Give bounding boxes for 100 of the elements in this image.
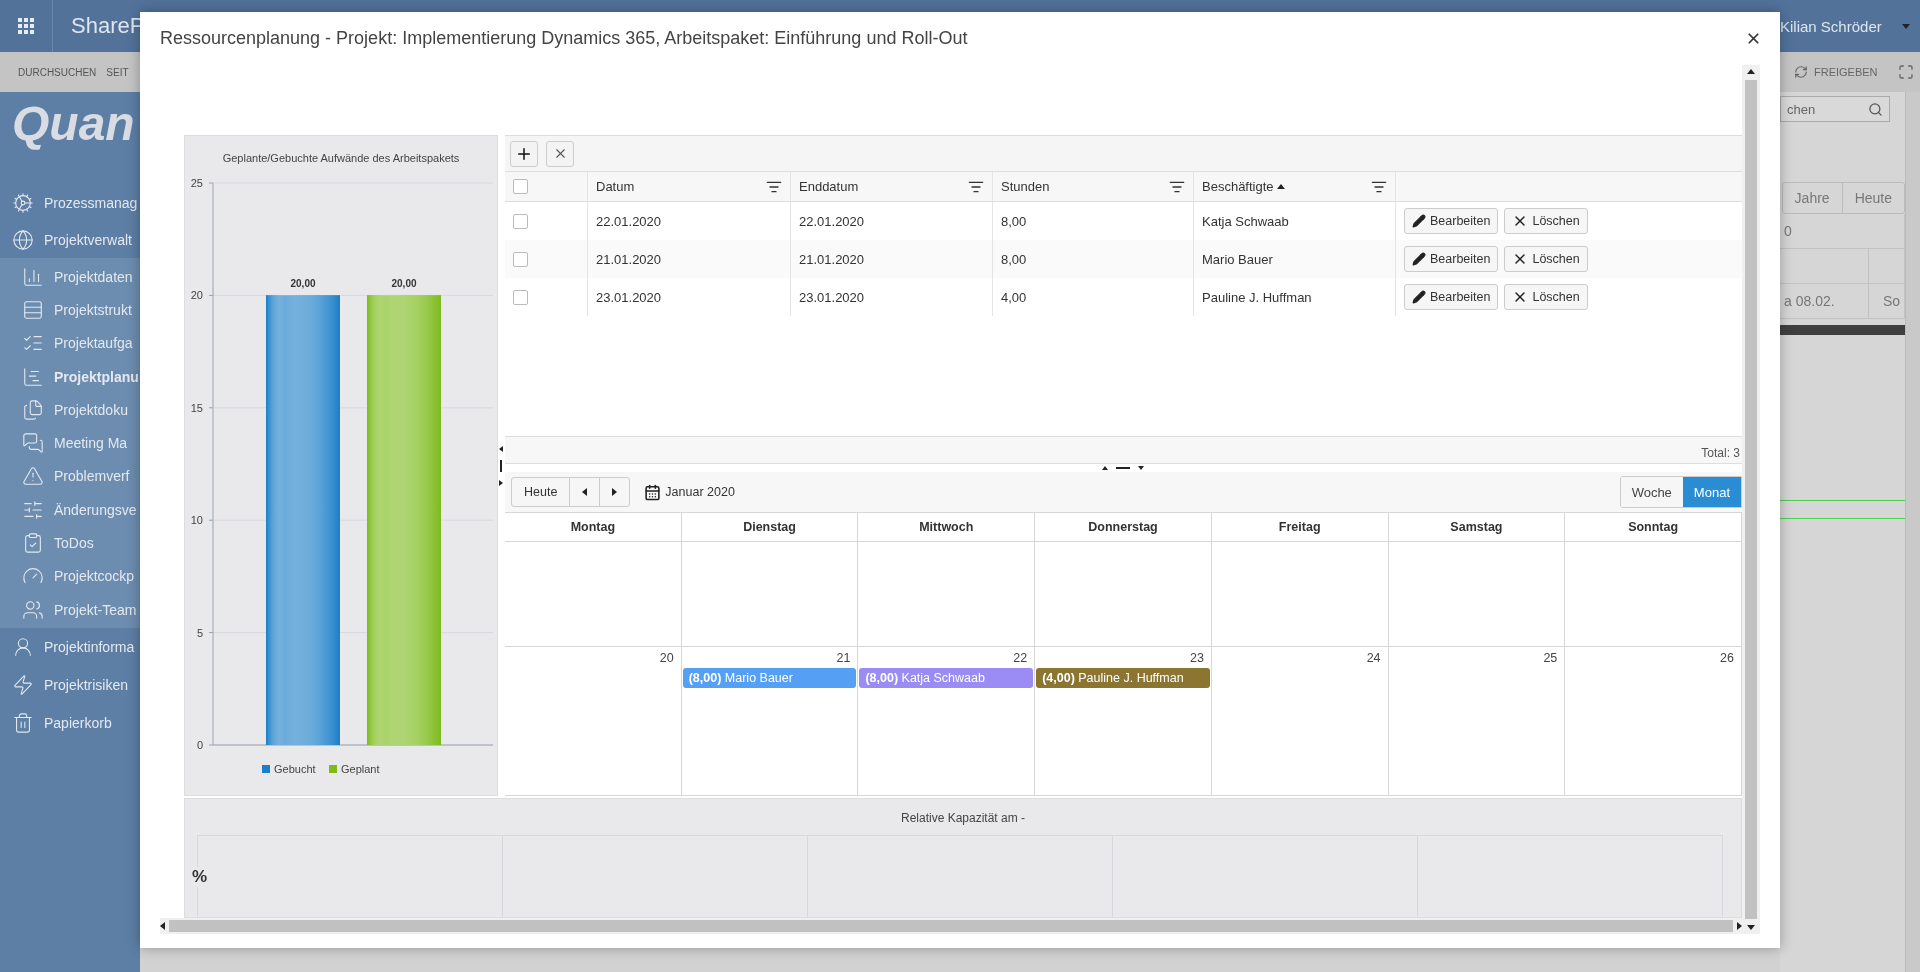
delete-button[interactable]: Löschen [1504,208,1588,234]
calendar-day[interactable]: 20 [505,647,682,796]
weekday-header: Dienstag [681,512,859,542]
next-icon [612,488,618,496]
table-cell: 22.01.2020 [799,213,865,229]
day-number: 23 [1189,651,1205,665]
close-button[interactable] [1745,30,1762,47]
user-name[interactable]: Kilian Schröder [1780,17,1882,35]
total-count: Total: 3 [1701,446,1740,460]
nav-item[interactable]: Projektdoku [0,393,140,427]
nav-item[interactable]: Papierkorb [0,704,140,743]
weekday-header: Mittwoch [858,512,1036,542]
weekday-header: Donnerstag [1035,512,1212,542]
calendar-day[interactable] [1388,542,1566,647]
vertical-scrollbar[interactable] [1742,65,1760,934]
nav-item[interactable]: Problemverf [0,459,140,494]
nav-item[interactable]: ToDos [0,526,140,560]
chat-icon [22,432,44,455]
clipboard-check-icon [22,532,44,554]
calendar-day[interactable] [1211,542,1389,647]
checkbox[interactable] [513,179,528,194]
splitter-handle-icon[interactable] [1101,465,1146,471]
nav-item[interactable]: Projektinforma [0,628,140,667]
splitter-handle-icon[interactable] [499,445,504,486]
sliders-icon [22,498,44,521]
lightning-icon [12,674,34,697]
ribbon-tab[interactable]: SEIT [106,66,129,78]
horizontal-scrollbar[interactable] [160,918,1742,934]
caret-icon [1902,23,1910,29]
nav-item[interactable]: Projektplanu [0,359,140,394]
share-link[interactable]: FREIGEBEN [1814,66,1878,78]
nav-item[interactable]: Projektcockp [0,559,140,593]
checkbox[interactable] [513,213,528,229]
ribbon-tab[interactable]: DURCHSUCHEN [18,66,97,78]
column-header[interactable]: Beschäftigte [1202,179,1285,194]
calendar-event[interactable]: (8,00) Katja Schwaab [859,668,1034,688]
timeline-button[interactable]: Jahre [1782,183,1842,213]
column-header[interactable]: Datum [596,179,635,194]
table-cell: 8,00 [1001,213,1027,229]
nav-item[interactable]: Prozessmanag [0,184,140,221]
calendar-day[interactable]: 21 (8,00) Mario Bauer [681,647,859,796]
nav-item[interactable]: Projektaufga [0,326,140,360]
vertical-scrollbar[interactable] [1905,92,1920,972]
calendar-icon[interactable] [644,483,662,501]
globe-icon [12,228,34,251]
legend-label: Geplant [341,763,380,775]
search-field[interactable]: chen [1780,96,1890,122]
nav-item[interactable]: Projektdaten [0,260,140,294]
delete-button[interactable]: Löschen [1504,246,1588,272]
scroll-left-icon [160,922,165,930]
calendar-day[interactable] [681,542,859,647]
nav-item[interactable]: Meeting Ma [0,426,140,460]
add-button[interactable] [510,140,538,167]
nav-item[interactable]: Änderungsve [0,493,140,527]
calendar-event[interactable]: (4,00) Pauline J. Huffman [1036,668,1210,688]
sync-icon[interactable] [1794,65,1808,79]
nav-item[interactable]: Projekt-Team [0,592,140,627]
nav-item[interactable]: Projektstrukt [0,293,140,327]
remove-button[interactable] [546,140,574,167]
edit-button[interactable]: Bearbeiten [1404,246,1499,272]
nav-item[interactable]: Projektrisiken [0,666,140,705]
calendar-day[interactable]: 24 [1211,647,1389,796]
weekday-header: Freitag [1211,512,1389,542]
calendar-day[interactable]: 26 [1565,647,1742,796]
column-header[interactable]: Stunden [1001,179,1050,194]
app-launcher-icon[interactable] [18,18,34,34]
axis-unit-label: % [192,866,208,887]
day-number: 24 [1366,651,1382,665]
warning-icon [22,465,44,488]
users-icon [22,598,44,621]
edit-button[interactable]: Bearbeiten [1404,208,1499,234]
cog-icon [12,191,34,214]
checkbox[interactable] [513,251,528,267]
rows-icon [22,298,44,321]
calendar-day[interactable]: 25 [1388,647,1566,796]
calendar-day[interactable]: 22 (8,00) Katja Schwaab [858,647,1036,796]
fullscreen-icon[interactable] [1897,64,1914,80]
weekday-header: Montag [505,512,682,542]
table-cell: Katja Schwaab [1202,213,1289,229]
checkbox[interactable] [513,289,528,305]
previous-icon [582,488,588,496]
calendar-day[interactable]: 23 (4,00) Pauline J. Huffman [1035,647,1212,796]
sort-arrow-icon [1276,184,1285,189]
view-tab[interactable]: Monat [1682,477,1741,507]
delete-button[interactable]: Löschen [1504,284,1588,310]
calendar-event[interactable]: (8,00) Mario Bauer [682,668,857,688]
gantt-icon [22,365,44,388]
documents-icon [22,398,44,421]
value-label: 20,00 [391,278,417,290]
y-tick-label: 15 [190,401,203,414]
chart-title: Geplante/Gebuchte Aufwände des Arbeitspakets [222,152,460,164]
y-tick-label: 25 [190,177,203,189]
nav-item[interactable]: Projektverwalt [0,221,140,258]
scroll-down-icon [1747,925,1755,930]
table-cell: 23.01.2020 [799,289,865,305]
scroll-up-icon [1747,69,1755,74]
edit-button[interactable]: Bearbeiten [1404,284,1499,310]
value-label: 20,00 [290,278,316,290]
timeline-button[interactable]: Heute [1841,183,1904,213]
column-header[interactable]: Enddatum [799,179,859,194]
